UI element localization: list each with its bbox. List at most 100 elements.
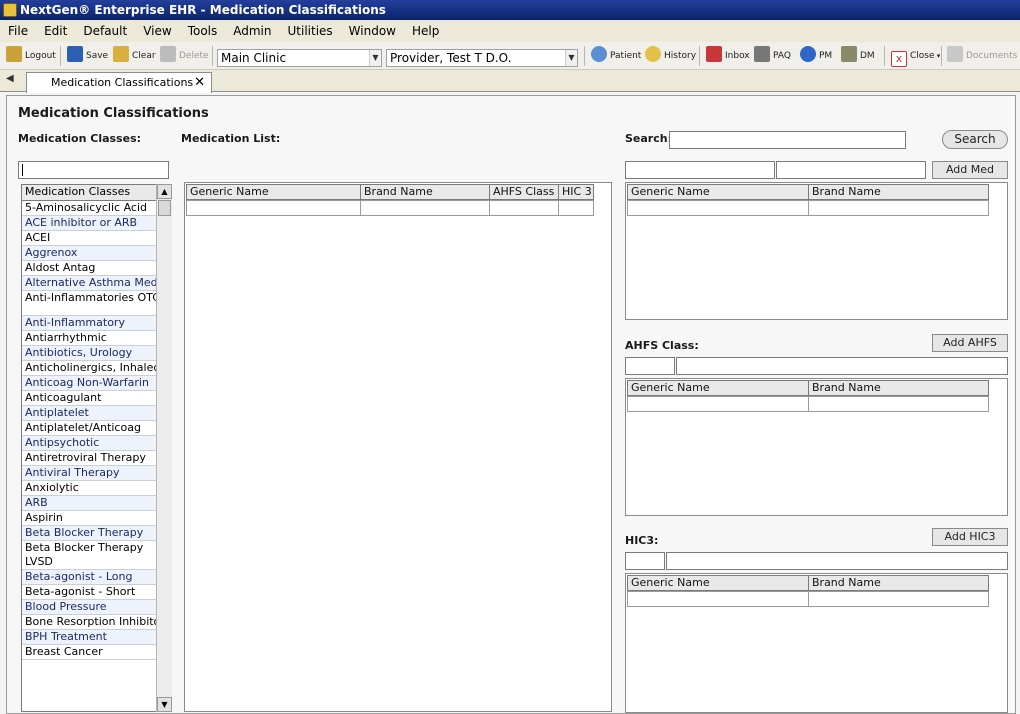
ahfs-grid[interactable]: Generic Name Brand Name xyxy=(625,378,1008,516)
col-ahfs-class[interactable]: AHFS Class xyxy=(489,184,559,200)
menu-utilities[interactable]: Utilities xyxy=(280,20,341,42)
list-item[interactable]: Breast Cancer xyxy=(22,645,170,660)
add-hic3-button[interactable]: Add HIC3 xyxy=(932,528,1008,546)
dm-button[interactable]: DM xyxy=(841,46,875,66)
list-item[interactable]: ACEI xyxy=(22,231,170,246)
hic3-code-input[interactable] xyxy=(625,552,665,570)
documents-button[interactable]: Documents xyxy=(947,46,1017,66)
table-cell[interactable] xyxy=(808,200,989,216)
table-cell[interactable] xyxy=(186,200,361,216)
table-cell[interactable] xyxy=(558,200,594,216)
col-brand-name[interactable]: Brand Name xyxy=(808,184,989,200)
chevron-down-icon[interactable]: ▼ xyxy=(369,50,381,66)
list-item[interactable]: BPH Treatment xyxy=(22,630,170,645)
col-brand-name[interactable]: Brand Name xyxy=(808,575,989,591)
menu-default[interactable]: Default xyxy=(75,20,135,42)
scroll-left-icon[interactable]: ◀ xyxy=(6,73,14,84)
ahfs-description-input[interactable] xyxy=(676,357,1008,375)
list-item[interactable]: Anticoagulant xyxy=(22,391,170,406)
menu-edit[interactable]: Edit xyxy=(36,20,75,42)
scroll-down-icon[interactable]: ▼ xyxy=(157,697,172,712)
location-select[interactable]: Main Clinic ▼ xyxy=(217,49,382,67)
list-item[interactable]: 5-Aminosalicyclic Acid xyxy=(22,201,170,216)
list-item[interactable]: Anticholinergics, Inhaled xyxy=(22,361,170,376)
classes-scrollbar[interactable]: ▲ ▼ xyxy=(156,184,172,712)
list-item[interactable]: Aldost Antag xyxy=(22,261,170,276)
generic-name-input[interactable] xyxy=(625,161,775,179)
list-item[interactable]: Beta Blocker Therapy xyxy=(22,526,170,541)
clear-button[interactable]: Clear xyxy=(113,46,156,66)
col-generic-name[interactable]: Generic Name xyxy=(627,575,809,591)
menu-tools[interactable]: Tools xyxy=(180,20,226,42)
save-button[interactable]: Save xyxy=(67,46,108,66)
scroll-thumb[interactable] xyxy=(158,200,171,216)
menu-window[interactable]: Window xyxy=(341,20,404,42)
tab-medication-classifications[interactable]: Medication Classifications ✕ xyxy=(26,72,212,93)
add-med-button[interactable]: Add Med xyxy=(932,161,1008,179)
table-cell[interactable] xyxy=(808,396,989,412)
list-item[interactable]: Antiretroviral Therapy xyxy=(22,451,170,466)
table-cell[interactable] xyxy=(489,200,559,216)
search-button[interactable]: Search xyxy=(942,130,1008,149)
list-item[interactable]: Antiplatelet/Anticoag xyxy=(22,421,170,436)
history-button[interactable]: History xyxy=(645,46,696,66)
ahfs-code-input[interactable] xyxy=(625,357,675,375)
list-item[interactable]: Blood Pressure xyxy=(22,600,170,615)
close-button[interactable]: x Close ▾ xyxy=(891,46,940,67)
med-grid[interactable]: Generic Name Brand Name xyxy=(625,182,1008,320)
medication-classes-list[interactable]: Medication Classes 5-Aminosalicyclic Aci… xyxy=(21,184,171,712)
patient-button[interactable]: Patient xyxy=(591,46,641,66)
list-item[interactable]: Alternative Asthma Med xyxy=(22,276,170,291)
col-brand-name[interactable]: Brand Name xyxy=(360,184,490,200)
table-cell[interactable] xyxy=(627,396,809,412)
list-item[interactable]: ARB xyxy=(22,496,170,511)
table-cell[interactable] xyxy=(627,200,809,216)
col-hic3[interactable]: HIC 3 xyxy=(558,184,594,200)
menu-admin[interactable]: Admin xyxy=(225,20,279,42)
inbox-icon xyxy=(706,46,722,62)
list-item[interactable]: Anticoag Non-Warfarin xyxy=(22,376,170,391)
col-generic-name[interactable]: Generic Name xyxy=(627,184,809,200)
delete-button[interactable]: Delete xyxy=(160,46,209,66)
pm-button[interactable]: PM xyxy=(800,46,832,66)
list-item[interactable]: Beta-agonist - Short xyxy=(22,585,170,600)
paq-button[interactable]: PAQ xyxy=(754,46,791,66)
menu-view[interactable]: View xyxy=(135,20,179,42)
inbox-button[interactable]: Inbox xyxy=(706,46,750,66)
list-item[interactable]: Antiarrhythmic xyxy=(22,331,170,346)
brand-name-input[interactable] xyxy=(776,161,926,179)
provider-select[interactable]: Provider, Test T D.O. ▼ xyxy=(386,49,578,67)
add-ahfs-button[interactable]: Add AHFS xyxy=(932,334,1008,352)
list-item[interactable]: Antibiotics, Urology xyxy=(22,346,170,361)
list-item[interactable]: Anxiolytic xyxy=(22,481,170,496)
chevron-down-icon[interactable]: ▼ xyxy=(565,50,577,66)
list-item[interactable]: Anti-Inflammatory xyxy=(22,316,170,331)
search-input[interactable] xyxy=(669,131,906,149)
list-item[interactable]: Anti-Inflammatories OTC xyxy=(22,291,170,316)
table-cell[interactable] xyxy=(627,591,809,607)
menu-help[interactable]: Help xyxy=(404,20,447,42)
window-title: NextGen® Enterprise EHR - Medication Cla… xyxy=(20,3,386,17)
scroll-up-icon[interactable]: ▲ xyxy=(157,184,172,199)
list-item[interactable]: Aspirin xyxy=(22,511,170,526)
list-item[interactable]: ACE inhibitor or ARB xyxy=(22,216,170,231)
list-item[interactable]: Antiplatelet xyxy=(22,406,170,421)
close-tab-icon[interactable]: ✕ xyxy=(194,73,205,92)
list-item[interactable]: Antipsychotic xyxy=(22,436,170,451)
col-generic-name[interactable]: Generic Name xyxy=(627,380,809,396)
list-item[interactable]: Beta Blocker Therapy LVSD xyxy=(22,541,170,570)
table-cell[interactable] xyxy=(360,200,490,216)
menu-file[interactable]: File xyxy=(0,20,36,42)
col-brand-name[interactable]: Brand Name xyxy=(808,380,989,396)
list-item[interactable]: Antiviral Therapy xyxy=(22,466,170,481)
hic3-grid[interactable]: Generic Name Brand Name xyxy=(625,573,1008,713)
logout-button[interactable]: Logout xyxy=(6,46,56,66)
table-cell[interactable] xyxy=(808,591,989,607)
list-item[interactable]: Beta-agonist - Long xyxy=(22,570,170,585)
hic3-description-input[interactable] xyxy=(666,552,1008,570)
col-generic-name[interactable]: Generic Name xyxy=(186,184,361,200)
class-filter-input[interactable] xyxy=(18,161,169,179)
list-item[interactable]: Aggrenox xyxy=(22,246,170,261)
medication-list-grid[interactable]: Generic Name Brand Name AHFS Class HIC 3 xyxy=(184,182,612,712)
list-item[interactable]: Bone Resorption Inhibitor xyxy=(22,615,170,630)
